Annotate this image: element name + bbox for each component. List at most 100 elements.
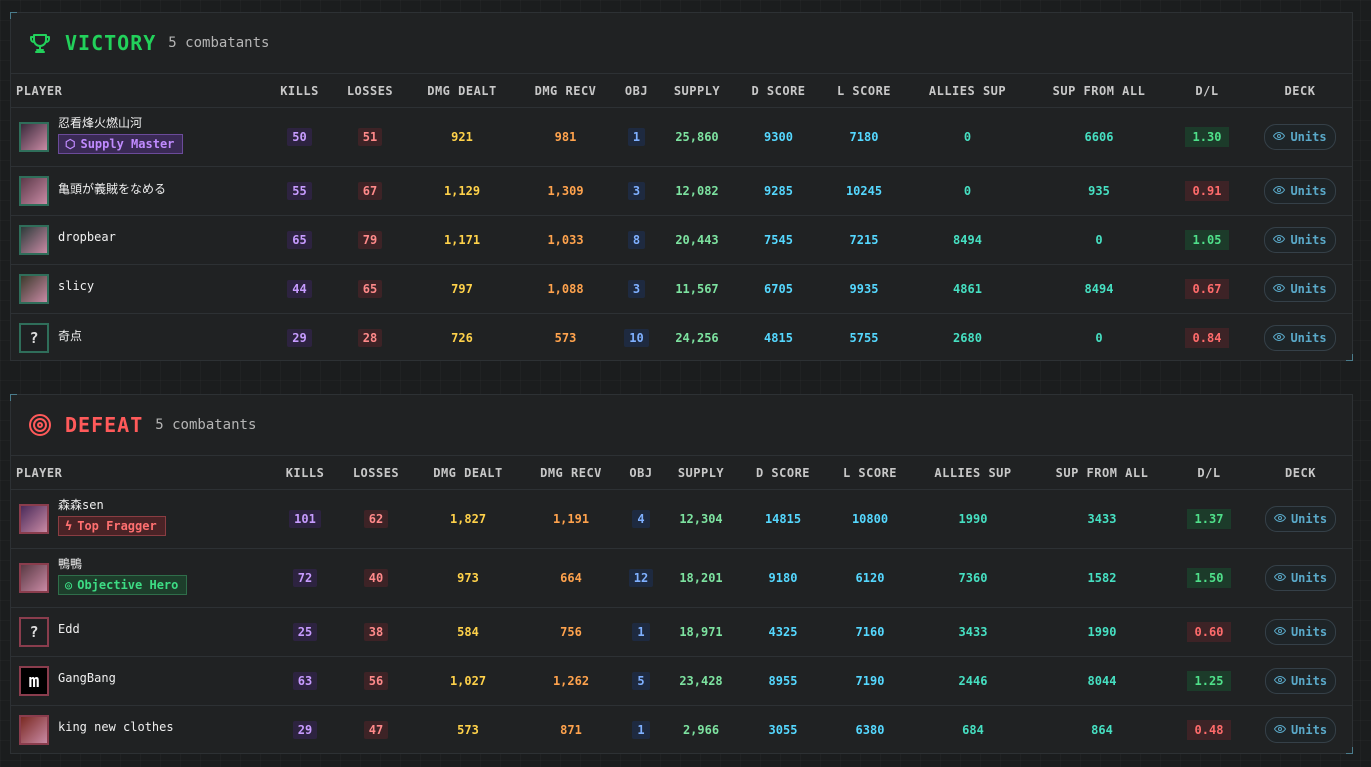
dmg-dealt-cell: 1,129 xyxy=(404,166,520,216)
column-header-dmg-dealt: DMG DEALT xyxy=(411,455,525,490)
losses-value: 62 xyxy=(363,510,389,528)
table-row: 亀頭が義賊をなめる 55 67 1,129 1,309 3 12,082 9285 10245 0… xyxy=(11,166,1352,216)
player-info: slicy xyxy=(11,274,263,304)
deck-cell: Units xyxy=(1248,314,1352,363)
allies-sup-value: 0 xyxy=(963,184,972,198)
player-name[interactable]: 鴨鴨 xyxy=(58,555,82,572)
trophy-icon xyxy=(27,30,53,56)
units-button[interactable]: Units xyxy=(1264,227,1336,253)
player-name[interactable]: Edd xyxy=(58,622,80,636)
sup-from-all-value: 8044 xyxy=(1087,674,1117,688)
player-name[interactable]: king new clothes xyxy=(58,720,174,734)
kills-cell: 55 xyxy=(263,166,336,216)
eye-icon xyxy=(1273,233,1286,248)
units-button[interactable]: Units xyxy=(1264,619,1337,645)
player-name[interactable]: slicy xyxy=(58,279,94,293)
units-button[interactable]: Units xyxy=(1264,565,1337,591)
units-button-label: Units xyxy=(1290,331,1327,345)
cube-icon: ⬡ xyxy=(65,137,76,151)
d-score-cell: 3055 xyxy=(737,706,829,755)
units-button-label: Units xyxy=(1290,723,1328,737)
column-header-deck: DECK xyxy=(1249,455,1352,490)
units-button[interactable]: Units xyxy=(1264,124,1336,150)
obj-value: 5 xyxy=(632,672,650,690)
d-score-value: 14815 xyxy=(764,512,802,526)
player-name[interactable]: 森森sen xyxy=(58,496,104,513)
allies-sup-cell: 4861 xyxy=(903,264,1032,314)
obj-value: 8 xyxy=(627,231,646,249)
dl-cell: 1.25 xyxy=(1169,656,1249,706)
dl-cell: 1.37 xyxy=(1169,489,1249,549)
l-score-cell: 7190 xyxy=(829,656,911,706)
sup-from-all-value: 8494 xyxy=(1084,282,1114,296)
player-info: dropbear xyxy=(11,225,263,255)
award-badge-label: Supply Master xyxy=(80,137,175,151)
units-button[interactable]: Units xyxy=(1264,276,1336,302)
deck-cell: Units xyxy=(1248,166,1352,216)
obj-cell: 10 xyxy=(611,314,662,363)
player-info: 忍看烽火燃山河 ⬡ Supply Master xyxy=(11,116,263,154)
dmg-dealt-value: 921 xyxy=(451,130,473,144)
avatar xyxy=(19,274,49,304)
table-row: 忍看烽火燃山河 ⬡ Supply Master 50 51 921 981 1 25,860 93… xyxy=(11,107,1352,167)
player-info: 亀頭が義賊をなめる xyxy=(11,176,263,206)
units-button[interactable]: Units xyxy=(1264,325,1336,351)
kills-cell: 65 xyxy=(263,215,336,265)
column-header-obj: OBJ xyxy=(617,455,665,490)
dmg-dealt-value: 573 xyxy=(457,723,479,737)
kills-cell: 44 xyxy=(263,264,336,314)
units-button[interactable]: Units xyxy=(1264,717,1337,743)
l-score-value: 7180 xyxy=(849,130,879,144)
kills-value: 29 xyxy=(292,721,318,739)
sup-from-all-value: 3433 xyxy=(1087,512,1117,526)
table-row: dropbear 65 79 1,171 1,033 8 20,443 7545 7215 849… xyxy=(11,215,1352,265)
obj-value: 1 xyxy=(632,623,650,641)
obj-value: 4 xyxy=(632,510,650,528)
units-button[interactable]: Units xyxy=(1264,668,1337,694)
allies-sup-value: 1990 xyxy=(958,512,988,526)
table-row: m GangBang 63 56 1,027 1,262 5 23,428 8955 7190 24… xyxy=(11,656,1352,706)
allies-sup-value: 0 xyxy=(963,130,972,144)
dmg-recv-value: 1,191 xyxy=(552,512,590,526)
losses-value: 67 xyxy=(357,182,383,200)
d-score-value: 3055 xyxy=(768,723,798,737)
kills-cell: 63 xyxy=(269,656,341,706)
avatar xyxy=(19,715,49,745)
units-button[interactable]: Units xyxy=(1264,506,1337,532)
dmg-recv-cell: 1,088 xyxy=(520,264,611,314)
dmg-dealt-cell: 797 xyxy=(404,264,520,314)
player-name[interactable]: GangBang xyxy=(58,671,116,685)
units-button[interactable]: Units xyxy=(1264,178,1336,204)
supply-cell: 18,971 xyxy=(665,607,737,657)
d-score-cell: 4325 xyxy=(737,607,829,657)
player-name[interactable]: dropbear xyxy=(58,230,116,244)
award-badge: ϟ Top Fragger xyxy=(58,516,166,536)
player-name[interactable]: 忍看烽火燃山河 xyxy=(58,114,142,131)
player-text: 忍看烽火燃山河 ⬡ Supply Master xyxy=(58,114,184,154)
dl-ratio-badge: 0.67 xyxy=(1184,279,1230,299)
table-row: ? 奇点 29 28 726 573 10 24,256 4815 5755 2680 0 0.84 Un… xyxy=(11,314,1352,363)
column-header-dmg-recv: DMG RECV xyxy=(520,73,611,108)
deck-cell: Units xyxy=(1249,607,1352,657)
supply-cell: 25,860 xyxy=(662,107,732,167)
victory-count: 5 combatants xyxy=(168,35,270,51)
kills-cell: 72 xyxy=(269,548,341,608)
allies-sup-value: 7360 xyxy=(958,571,988,585)
units-button-label: Units xyxy=(1290,282,1327,296)
player-info: m GangBang xyxy=(11,666,269,696)
kills-value: 50 xyxy=(287,128,312,146)
sup-from-all-cell: 0 xyxy=(1032,215,1166,265)
losses-value: 51 xyxy=(357,128,383,146)
dmg-recv-cell: 1,191 xyxy=(525,489,617,549)
dl-cell: 1.05 xyxy=(1166,215,1248,265)
avatar xyxy=(19,176,49,206)
l-score-value: 6120 xyxy=(855,571,885,585)
units-button-label: Units xyxy=(1290,130,1327,144)
column-header-allies-sup: ALLIES SUP xyxy=(911,455,1035,490)
player-name[interactable]: 奇点 xyxy=(58,327,82,344)
player-name[interactable]: 亀頭が義賊をなめる xyxy=(58,180,166,197)
supply-value: 11,567 xyxy=(675,282,719,296)
sup-from-all-value: 0 xyxy=(1095,233,1103,247)
player-cell: king new clothes xyxy=(11,706,269,755)
dl-ratio-badge: 0.91 xyxy=(1184,181,1230,201)
